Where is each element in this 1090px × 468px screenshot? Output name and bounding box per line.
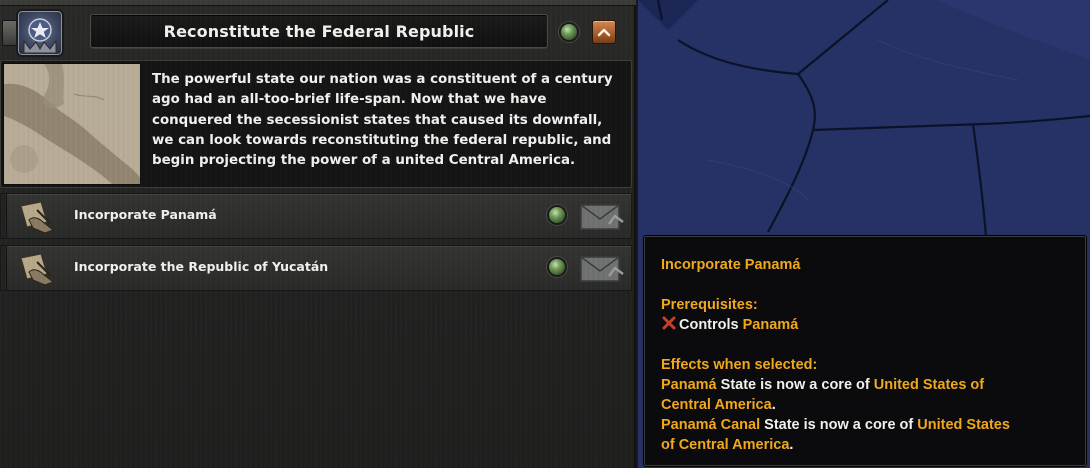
effects-heading: Effects when selected: — [661, 357, 818, 373]
decision-row-incorporate-yucatan[interactable]: Incorporate the Republic of Yucatán — [0, 245, 632, 291]
effect-1-state: Panamá — [661, 377, 717, 393]
category-status-indicator — [559, 22, 579, 42]
decision-tooltip: Incorporate Panamá Prerequisites: Contro… — [644, 236, 1086, 466]
envelope-icon — [580, 256, 624, 282]
effect-1-end: . — [771, 397, 776, 413]
row-left-cap — [1, 246, 7, 290]
decision-label: Incorporate Panamá — [74, 207, 217, 222]
document-hand-icon — [15, 252, 61, 286]
prerequisites-heading: Prerequisites: — [661, 297, 758, 313]
decision-status-indicator — [547, 205, 567, 225]
tooltip-title: Incorporate Panamá — [661, 257, 801, 273]
effect-2-line-1: Panamá Canal State is now a core of Unit… — [661, 415, 1085, 435]
panel-top-strip — [0, 0, 636, 6]
effect-2-state: Panamá Canal — [661, 417, 761, 433]
collapse-button[interactable] — [592, 20, 616, 44]
effect-2-line-2: of Central America. — [661, 435, 1085, 455]
prerequisite-highlight: Panamá — [742, 317, 799, 333]
chevron-up-icon — [597, 28, 611, 37]
category-title: Reconstitute the Federal Republic — [163, 21, 475, 41]
send-decision-button[interactable] — [579, 202, 625, 232]
federal-emblem-icon — [16, 9, 64, 57]
category-description-box: The powerful state our nation was a cons… — [0, 60, 632, 188]
effect-1-line-2: Central America. — [661, 395, 1085, 415]
x-mark-icon — [662, 316, 676, 330]
envelope-icon — [580, 204, 624, 230]
category-description: The powerful state our nation was a cons… — [152, 72, 613, 169]
category-emblem — [2, 6, 72, 58]
send-decision-button[interactable] — [579, 254, 625, 284]
effect-2-end: . — [789, 437, 794, 453]
effect-1-country-line1: United States of — [873, 377, 985, 393]
effect-2-country-line1: United States — [917, 417, 1010, 433]
decision-row-incorporate-panama[interactable]: Incorporate Panamá — [0, 193, 632, 239]
effect-1-country-line2: Central America — [661, 397, 772, 413]
prerequisite-text: Controls — [679, 317, 743, 333]
effect-2-country-line2: of Central America — [661, 437, 790, 453]
decision-panel: Reconstitute the Federal Republic The po… — [0, 0, 636, 468]
decision-label: Incorporate the Republic of Yucatán — [74, 259, 329, 274]
prerequisite-line: Controls Panamá — [661, 315, 1085, 335]
decision-status-indicator — [547, 257, 567, 277]
category-title-bar: Reconstitute the Federal Republic — [90, 14, 548, 48]
document-hand-icon — [15, 200, 61, 234]
effect-1-line-1: Panamá State is now a core of United Sta… — [661, 375, 1085, 395]
row-left-cap — [1, 194, 7, 238]
effect-2-text: State is now a core of — [760, 417, 918, 433]
central-america-map-image — [3, 63, 141, 185]
effect-1-text: State is now a core of — [716, 377, 874, 393]
